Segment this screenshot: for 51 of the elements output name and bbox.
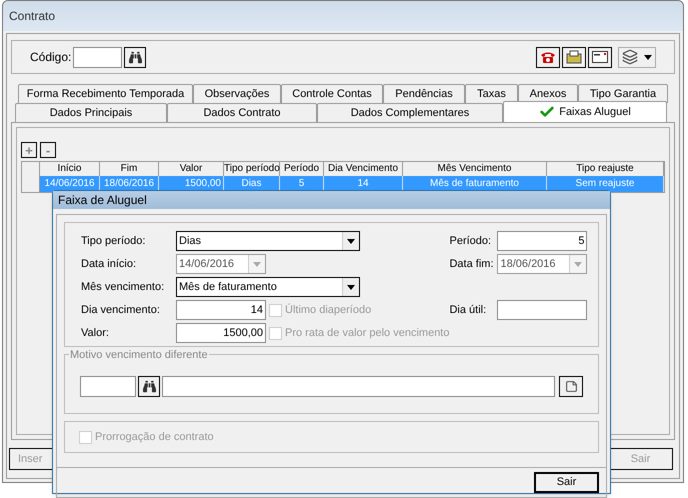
tab[interactable]: Forma Recebimento Temporada — [18, 84, 193, 103]
tab[interactable]: Taxas — [465, 84, 518, 103]
phone-button[interactable] — [536, 46, 560, 68]
tab[interactable]: Dados Principais — [15, 103, 167, 122]
checkbox-label: Prorrogação de contrato — [95, 430, 214, 445]
field-label: Data fim: — [449, 256, 494, 272]
select-field[interactable]: Dias — [176, 231, 360, 251]
search-button[interactable] — [124, 46, 146, 68]
due-day-field[interactable]: 14 — [176, 300, 266, 320]
motive-description-field[interactable] — [162, 376, 555, 396]
note-icon — [564, 380, 578, 392]
layers-icon — [622, 49, 638, 65]
phone-icon — [540, 50, 556, 64]
business-day-field[interactable] — [497, 300, 588, 320]
period-field[interactable]: 5 — [497, 231, 588, 251]
tab[interactable]: Controle Contas — [281, 84, 383, 103]
tab[interactable]: Faixas Aluguel — [503, 101, 667, 122]
select-field[interactable]: Mês de faturamento — [176, 277, 360, 297]
field-label: Data início: — [81, 256, 138, 272]
checkbox-label: Último diaperíodo — [285, 302, 372, 318]
motive-code-field[interactable] — [80, 376, 136, 396]
folder-icon — [566, 50, 582, 64]
folder-button[interactable] — [562, 46, 586, 68]
binoculars-icon — [142, 380, 156, 392]
field-label: Dia útil: — [449, 302, 488, 318]
caret-icon — [644, 54, 652, 60]
date-field[interactable]: 14/06/2016 — [176, 254, 266, 274]
field-label: Tipo período: — [81, 234, 146, 249]
code-label: Código: — [30, 49, 72, 66]
tab[interactable]: Pendências — [383, 84, 465, 103]
search-button[interactable] — [138, 376, 160, 396]
checkbox-label: Pro rata de valor pelo vencimento — [285, 326, 450, 341]
field-label: Período: — [449, 234, 492, 249]
tab[interactable]: Tipo Garantia — [578, 84, 668, 103]
tab[interactable]: Observações — [193, 84, 281, 103]
close-button[interactable]: Sair — [534, 472, 599, 493]
tab[interactable]: Dados Complementares — [317, 103, 503, 122]
note-button[interactable] — [559, 376, 583, 396]
dialog-title: Faixa de Aluguel — [58, 192, 147, 209]
card-button[interactable] — [588, 46, 612, 68]
field-label: Valor: — [81, 326, 110, 341]
code-field[interactable] — [73, 46, 122, 68]
binoculars-icon — [128, 50, 142, 64]
card-icon — [592, 51, 608, 63]
date-field[interactable]: 18/06/2016 — [497, 254, 588, 274]
field-label: Dia vencimento: — [81, 302, 161, 318]
window-title: Contrato — [9, 8, 56, 25]
field-label: Mês vencimento: — [81, 280, 166, 295]
value-field[interactable]: 1500,00 — [176, 323, 266, 343]
tab[interactable]: Dados Contrato — [167, 103, 317, 122]
layers-dropdown-button[interactable] — [618, 46, 656, 68]
